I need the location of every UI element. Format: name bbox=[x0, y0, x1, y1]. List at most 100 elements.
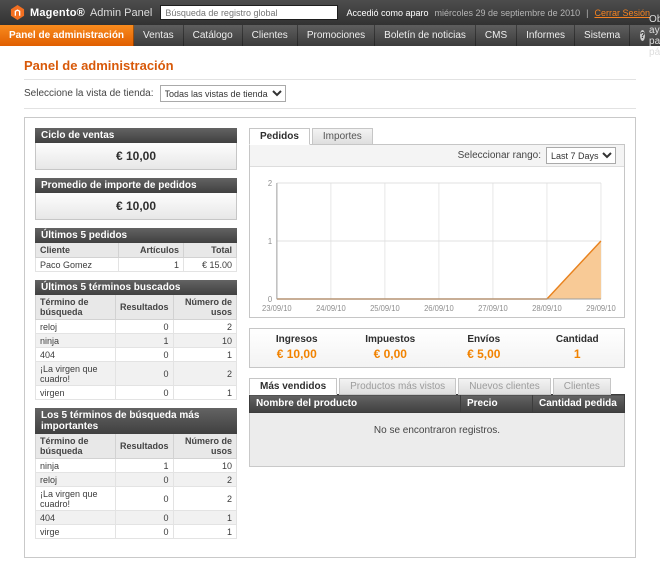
table-cell: 1 bbox=[116, 334, 174, 348]
top-header-bar: Magento® Admin Panel Accedió como aparo … bbox=[0, 0, 660, 25]
stat-value: € 0,00 bbox=[346, 347, 436, 361]
svg-text:0: 0 bbox=[268, 295, 273, 304]
help-link[interactable]: ? Obtener ayuda para esta página bbox=[630, 25, 660, 46]
help-label: Obtener ayuda para esta página bbox=[649, 14, 660, 58]
table-cell: 1 bbox=[116, 459, 174, 473]
tab-productos-mas-vistos[interactable]: Productos más vistos bbox=[339, 378, 456, 395]
table-row[interactable]: 404 0 1 bbox=[36, 511, 237, 525]
table-cell: 404 bbox=[36, 348, 116, 362]
tab-clientes[interactable]: Clientes bbox=[553, 378, 611, 395]
svg-text:28/09/10: 28/09/10 bbox=[532, 304, 562, 313]
range-label: Seleccionar rango: bbox=[458, 150, 541, 161]
table-row[interactable]: virgen 0 1 bbox=[36, 386, 237, 400]
table-row[interactable]: ninja 1 10 bbox=[36, 334, 237, 348]
nav-item-cms[interactable]: CMS bbox=[476, 25, 517, 46]
range-toolbar: Seleccionar rango: Last 7 Days bbox=[250, 145, 624, 167]
nav-item-boletin[interactable]: Boletín de noticias bbox=[375, 25, 476, 46]
table-row[interactable]: virge 0 1 bbox=[36, 525, 237, 539]
store-view-select[interactable]: Todas las vistas de tienda bbox=[160, 85, 286, 102]
separator: | bbox=[586, 8, 588, 18]
table-cell: 1 bbox=[173, 348, 236, 362]
nav-item-informes[interactable]: Informes bbox=[517, 25, 575, 46]
stat-envios: Envíos € 5,00 bbox=[437, 329, 531, 367]
stat-value: 1 bbox=[533, 347, 623, 361]
product-name: Admin Panel bbox=[90, 7, 152, 19]
avg-orders-card: Promedio de importe de pedidos € 10,00 bbox=[35, 178, 237, 220]
column-header: Total bbox=[184, 243, 237, 258]
dashboard-right-column: Pedidos Importes Seleccionar rango: Last… bbox=[249, 128, 625, 547]
top-search-terms-table: Término de búsqueda Resultados Número de… bbox=[35, 434, 237, 539]
tab-importes[interactable]: Importes bbox=[312, 128, 373, 145]
card-title: Últimos 5 pedidos bbox=[35, 228, 237, 243]
table-cell: 1 bbox=[118, 258, 183, 272]
nav-item-panel-administracion[interactable]: Panel de administración bbox=[0, 25, 134, 46]
table-cell: 0 bbox=[116, 348, 174, 362]
magento-logo[interactable]: Magento® Admin Panel bbox=[10, 5, 152, 20]
logged-in-user: Accedió como aparo bbox=[346, 8, 428, 18]
column-header: Precio bbox=[461, 395, 533, 413]
svg-text:29/09/10: 29/09/10 bbox=[586, 304, 616, 313]
table-row[interactable]: Paco Gomez 1 € 15.00 bbox=[36, 258, 237, 272]
chart-tabs: Pedidos Importes bbox=[249, 128, 625, 145]
last-search-terms-table: Término de búsqueda Resultados Número de… bbox=[35, 295, 237, 400]
store-view-label: Seleccione la vista de tienda: bbox=[24, 88, 154, 99]
nav-item-clientes[interactable]: Clientes bbox=[243, 25, 298, 46]
column-header: Nombre del producto bbox=[250, 395, 461, 413]
table-row[interactable]: ¡La virgen que cuadro! 0 2 bbox=[36, 362, 237, 386]
table-cell: 0 bbox=[116, 386, 174, 400]
avg-orders-value: € 10,00 bbox=[35, 193, 237, 220]
logout-link[interactable]: Cerrar Sesión bbox=[594, 8, 650, 18]
nav-item-promociones[interactable]: Promociones bbox=[298, 25, 375, 46]
dashboard-container: Ciclo de ventas € 10,00 Promedio de impo… bbox=[24, 117, 636, 558]
table-cell: 0 bbox=[116, 487, 174, 511]
column-header: Número de usos bbox=[173, 295, 236, 320]
table-row[interactable]: ¡La virgen que cuadro! 0 2 bbox=[36, 487, 237, 511]
chart-area: 01223/09/1024/09/1025/09/1026/09/1027/09… bbox=[250, 167, 624, 317]
svg-text:23/09/10: 23/09/10 bbox=[262, 304, 292, 313]
tab-pedidos[interactable]: Pedidos bbox=[249, 128, 310, 145]
last-orders-table: Cliente Artículos Total Paco Gomez 1 € 1… bbox=[35, 243, 237, 272]
table-cell: Paco Gomez bbox=[36, 258, 119, 272]
table-cell: 10 bbox=[173, 459, 236, 473]
orders-panel: Seleccionar rango: Last 7 Days 0 1 2 23/09/… bbox=[249, 144, 625, 318]
column-header: Cliente bbox=[36, 243, 119, 258]
table-cell: 2 bbox=[173, 320, 236, 334]
tab-nuevos-clientes[interactable]: Nuevos clientes bbox=[458, 378, 551, 395]
svg-text:1: 1 bbox=[268, 237, 272, 246]
session-info: Accedió como aparo miércoles 29 de septi… bbox=[346, 8, 650, 18]
store-view-selector-row: Seleccione la vista de tienda: Todas las… bbox=[24, 79, 636, 109]
main-nav: Panel de administración Ventas Catálogo … bbox=[0, 25, 660, 46]
table-cell: 0 bbox=[116, 525, 174, 539]
table-cell: virgen bbox=[36, 386, 116, 400]
svg-text:2: 2 bbox=[268, 179, 272, 188]
table-cell: 1 bbox=[173, 386, 236, 400]
table-row[interactable]: reloj 0 2 bbox=[36, 320, 237, 334]
tab-mas-vendidos[interactable]: Más vendidos bbox=[249, 378, 337, 395]
products-table: Nombre del producto Precio Cantidad pedi… bbox=[249, 394, 625, 467]
table-cell: ¡La virgen que cuadro! bbox=[36, 362, 116, 386]
stat-impuestos: Impuestos € 0,00 bbox=[344, 329, 438, 367]
app-window: Magento® Admin Panel Accedió como aparo … bbox=[0, 0, 660, 570]
stat-label: Ingresos bbox=[252, 334, 342, 345]
table-cell: 1 bbox=[173, 525, 236, 539]
top-search-terms-card: Los 5 términos de búsqueda más important… bbox=[35, 408, 237, 539]
global-search bbox=[160, 5, 338, 20]
global-search-input[interactable] bbox=[160, 5, 338, 20]
help-icon: ? bbox=[640, 30, 645, 41]
stat-value: € 10,00 bbox=[252, 347, 342, 361]
nav-item-sistema[interactable]: Sistema bbox=[575, 25, 630, 46]
current-date: miércoles 29 de septiembre de 2010 bbox=[435, 8, 581, 18]
table-row[interactable]: 404 0 1 bbox=[36, 348, 237, 362]
column-header: Término de búsqueda bbox=[36, 434, 116, 459]
range-select[interactable]: Last 7 Days bbox=[546, 147, 616, 164]
table-cell: ninja bbox=[36, 459, 116, 473]
last-orders-card: Últimos 5 pedidos Cliente Artículos Tota… bbox=[35, 228, 237, 272]
table-cell: ¡La virgen que cuadro! bbox=[36, 487, 116, 511]
table-row[interactable]: ninja 1 10 bbox=[36, 459, 237, 473]
table-cell: € 15.00 bbox=[184, 258, 237, 272]
stat-ingresos: Ingresos € 10,00 bbox=[250, 329, 344, 367]
table-cell: 2 bbox=[173, 362, 236, 386]
nav-item-catalogo[interactable]: Catálogo bbox=[184, 25, 243, 46]
nav-item-ventas[interactable]: Ventas bbox=[134, 25, 184, 46]
table-cell: 2 bbox=[173, 487, 236, 511]
